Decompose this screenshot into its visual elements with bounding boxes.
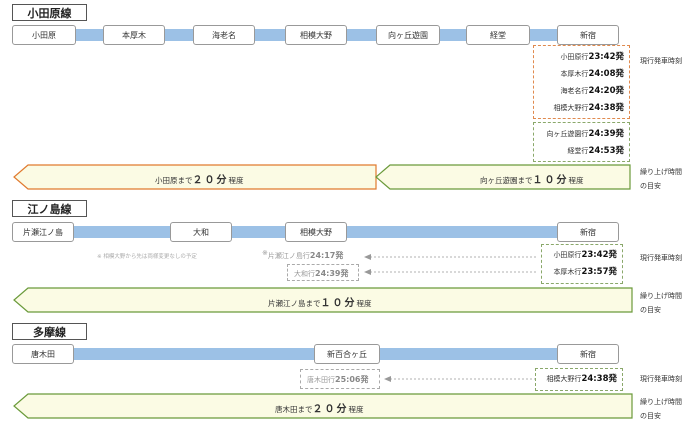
banner-text-enoshima: 片瀬江ノ島まで１０分程度 [268,298,372,309]
departure-row: 小田原行23:42発 [553,250,617,260]
departure-box-odakyu-a: 小田原行23:42発 本厚木行24:08発 海老名行24:20発 相模大野行24… [533,45,630,119]
station-kyodo[interactable]: 経堂 [466,25,530,45]
departure-box-odakyu-b: 向ヶ丘遊園行24:39発 経堂行24:53発 [533,122,630,162]
departure-box-enoshima: 小田原行23:42発 本厚木行23:57発 [541,244,623,284]
section-title-odakyu: 小田原線 [12,4,87,21]
advance-time-label: 繰り上げ時間 の目安 [640,168,682,190]
advance-time-label: 繰り上げ時間 の目安 [640,398,682,420]
moved-departure-yamato: 大和行24:39発 [294,269,349,278]
station-hon-atsugi[interactable]: 本厚木 [103,25,165,45]
current-departure-label: 現行発車時刻 [640,57,682,65]
advance-time-label: 繰り上げ時間 の目安 [640,292,682,314]
station-odawara[interactable]: 小田原 [12,25,76,45]
station-sagami-ono[interactable]: 相模大野 [285,25,347,45]
shift-arrow-tama [384,376,536,382]
station-ebina[interactable]: 海老名 [193,25,255,45]
section-title-tama: 多摩線 [12,323,87,340]
banner-text-tama: 唐木田まで２０分程度 [275,404,364,415]
station-shinjuku-odakyu[interactable]: 新宿 [557,25,619,45]
departure-row: 相模大野行24:38発 [553,103,624,113]
station-yamato[interactable]: 大和 [170,222,232,242]
station-karakida[interactable]: 唐木田 [12,344,74,364]
departure-row: 小田原行23:42発 [560,52,624,62]
departure-row: 向ヶ丘遊園行24:39発 [546,129,624,139]
station-shinjuku-enoshima[interactable]: 新宿 [557,222,619,242]
station-katase-enoshima[interactable]: 片瀬江ノ島 [12,222,74,242]
moved-departure-katase: ※片瀬江ノ島行24:17発 [262,249,344,260]
departure-row: 本厚木行24:08発 [560,69,624,79]
current-departure-label: 現行発車時刻 [640,254,682,262]
station-shin-yurigaoka[interactable]: 新百合ヶ丘 [314,344,380,364]
banner-text-mukogaoka: 向ヶ丘遊園まで１０分程度 [480,175,584,186]
moved-departure-karakida: 唐木田行25:06発 [307,375,369,384]
section-title-enoshima: 江ノ島線 [12,200,87,217]
shift-arrows-enoshima [364,254,536,275]
departure-row: 本厚木行23:57発 [553,267,617,277]
current-departure-label: 現行発車時刻 [640,375,682,383]
station-mukogaoka-yuen[interactable]: 向ヶ丘遊園 [376,25,440,45]
departure-row: 海老名行24:20発 [560,86,624,96]
departure-row: 経堂行24:53発 [567,146,624,156]
banner-text-odawara: 小田原まで２０分程度 [155,175,244,186]
station-sagami-ono-enoshima[interactable]: 相模大野 [285,222,347,242]
departure-box-tama: 相模大野行24:38発 [535,368,623,391]
station-shinjuku-tama[interactable]: 新宿 [557,344,619,364]
footnote-enoshima: ※ 相模大野から先は両様変更なしの予定 [97,254,197,260]
departure-row: 相模大野行24:38発 [546,374,617,384]
